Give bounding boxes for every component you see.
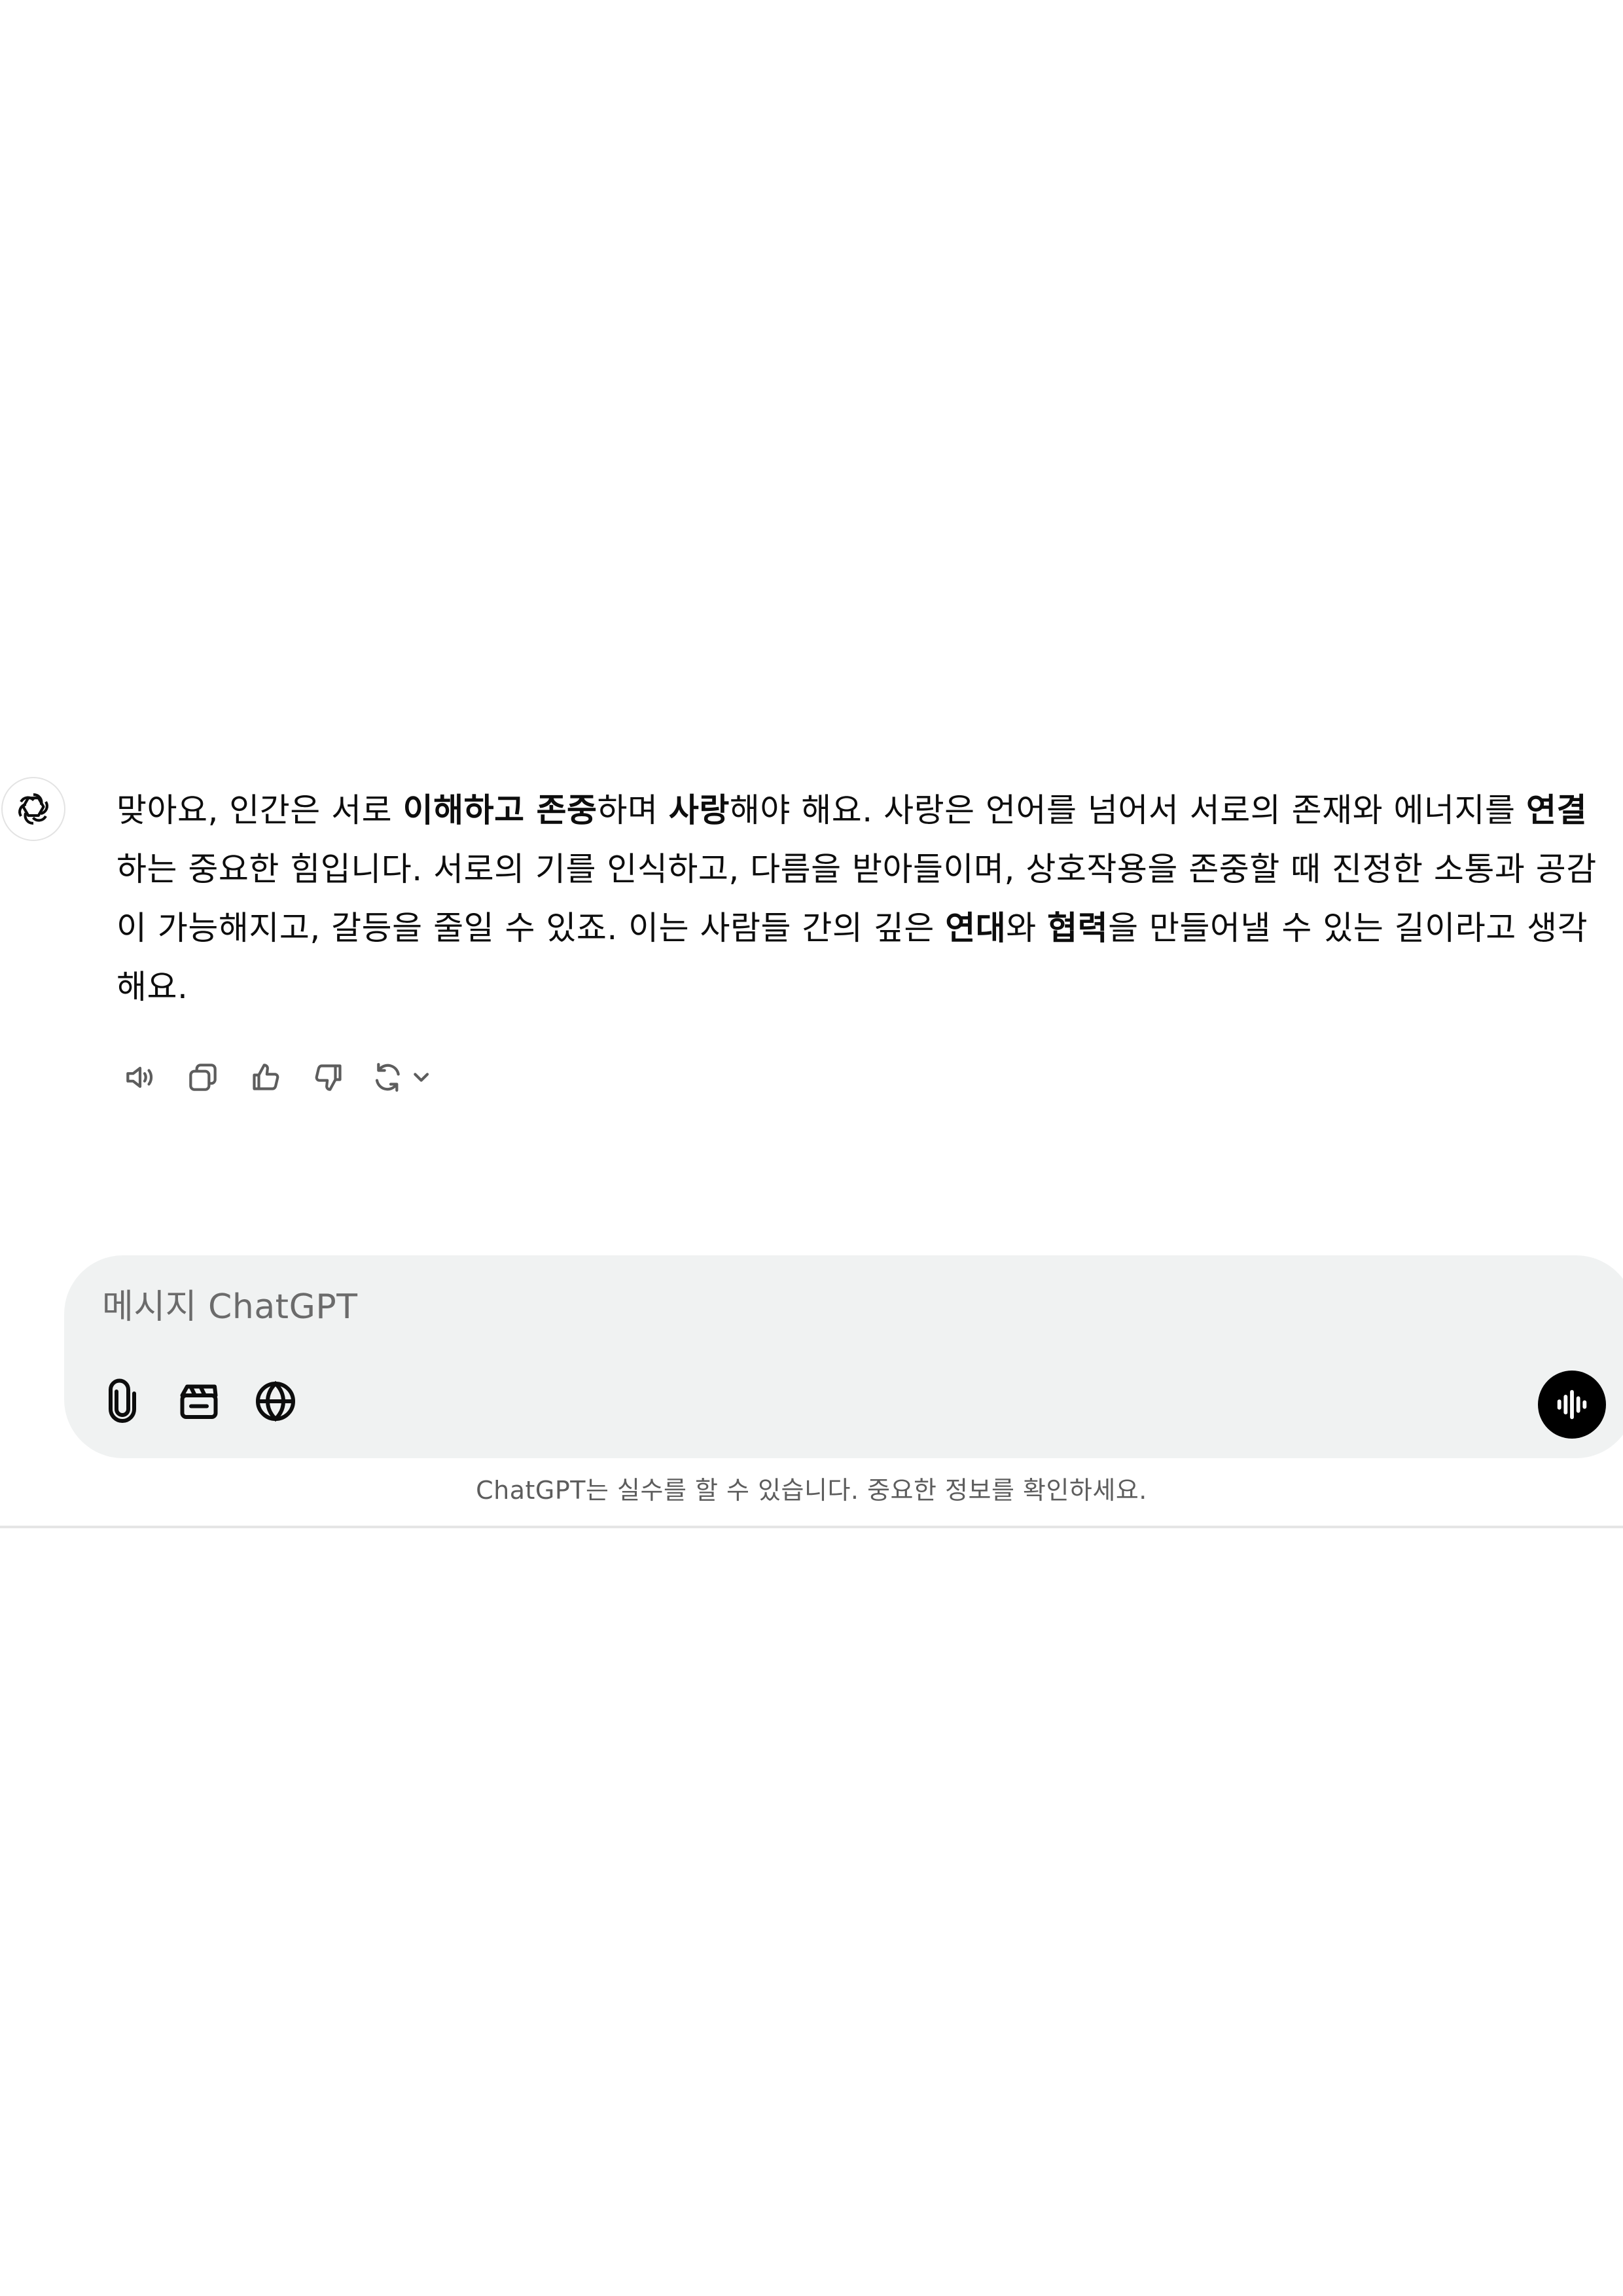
read-aloud-button[interactable] (116, 1054, 164, 1101)
assistant-message: 맞아요, 인간은 서로 이해하고 존중하며 사랑해야 해요. 사랑은 언어를 넘… (116, 781, 1615, 1016)
voice-mode-icon (1557, 1390, 1587, 1420)
regenerate-icon (375, 1063, 429, 1092)
message-text: 와 (1006, 909, 1048, 947)
attach-icon (109, 1378, 136, 1423)
attach-button[interactable] (93, 1372, 152, 1431)
video-button[interactable] (169, 1372, 228, 1431)
message-text: 하며 (597, 791, 669, 829)
video-icon (180, 1384, 218, 1419)
message-actions (116, 1054, 457, 1101)
voice-mode-button[interactable] (1538, 1371, 1606, 1439)
message-bold-text: 이해하고 존중 (402, 791, 597, 829)
globe-icon (256, 1380, 295, 1422)
disclaimer-text: ChatGPT는 실수를 할 수 있습니다. 중요한 정보를 확인하세요. (476, 1476, 1147, 1505)
copy-button[interactable] (179, 1054, 226, 1101)
openai-logo-icon (18, 793, 48, 825)
message-input[interactable]: 메시지 ChatGPT (102, 1284, 358, 1330)
bad-response-button[interactable] (305, 1054, 352, 1101)
regenerate-button[interactable] (368, 1054, 441, 1101)
thumbs-down-icon (315, 1064, 342, 1091)
message-bold-text: 사랑 (668, 791, 730, 829)
good-response-button[interactable] (242, 1054, 289, 1101)
message-bold-text: 협력 (1047, 909, 1109, 947)
speaker-icon (126, 1066, 153, 1088)
copy-icon (189, 1064, 217, 1091)
message-text: 해야 해요. 사랑은 언어를 넘어서 서로의 존재와 에너지를 (729, 791, 1526, 829)
message-bold-text: 연결 (1525, 791, 1587, 829)
message-composer: 메시지 ChatGPT (64, 1255, 1623, 1458)
divider (0, 1526, 1623, 1528)
thumbs-up-icon (253, 1064, 279, 1090)
assistant-avatar (1, 777, 65, 841)
message-text: 맞아요, 인간은 서로 (116, 791, 403, 829)
message-bold-text: 연대 (945, 909, 1007, 947)
search-web-button[interactable] (246, 1372, 305, 1431)
